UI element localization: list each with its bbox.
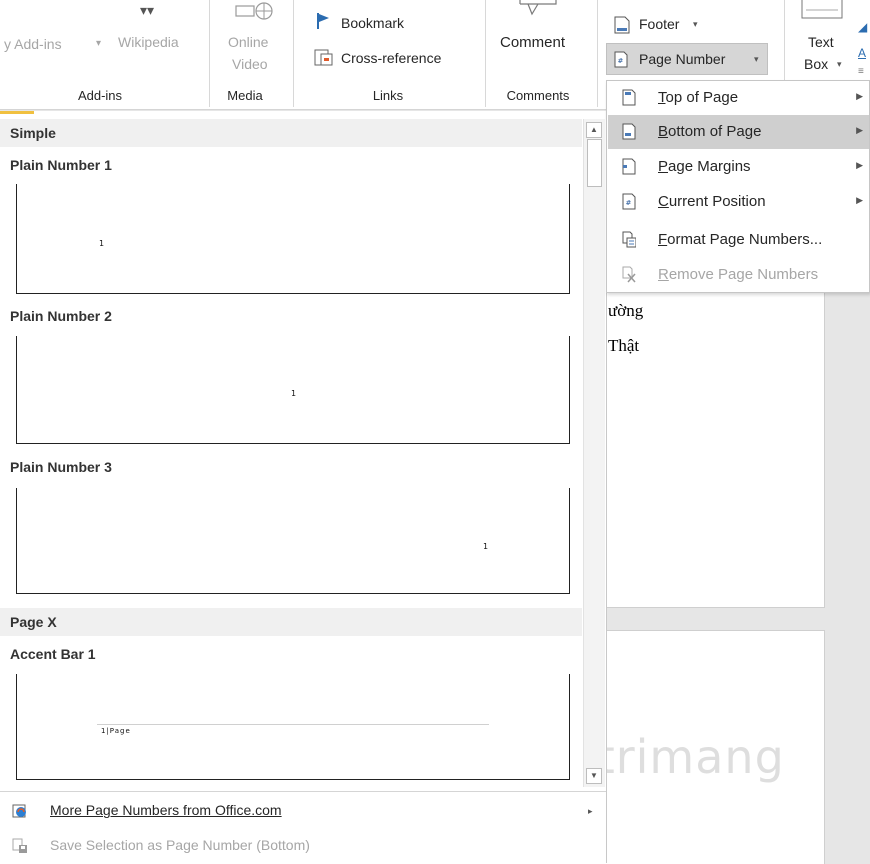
more-page-numbers-arrow: ▸ [588, 806, 593, 816]
top-of-page-icon [622, 89, 636, 106]
gallery-item-plain-number-3[interactable]: 1 [16, 488, 570, 594]
section-header-page-x: Page X [0, 608, 582, 636]
text-box-icon [801, 0, 843, 19]
current-position-icon: # [622, 193, 636, 210]
cross-reference-icon [314, 49, 333, 66]
footer-dropdown-icon[interactable]: ▾ [693, 19, 698, 30]
page-number-submenu: Top of Page ▶ Bottom of Page ▶ Page Marg… [606, 80, 870, 293]
svg-text:#: # [626, 199, 632, 207]
bookmark-icon [317, 13, 329, 29]
preview-number: 1 [291, 389, 297, 398]
submenu-arrow-icon: ▶ [856, 91, 863, 101]
page-margins-icon [622, 158, 636, 175]
cross-reference-button[interactable]: Cross-reference [341, 50, 441, 66]
my-addins-dropdown-icon[interactable]: ▾ [96, 38, 101, 49]
save-selection-item[interactable]: Save Selection as Page Number (Bottom) [12, 837, 310, 854]
menu-item-bottom-of-page[interactable]: Bottom of Page ▶ [608, 115, 869, 149]
more-page-numbers-label: More Page Numbers from Office.com [50, 802, 282, 818]
ribbon-separator [485, 0, 486, 107]
online-video-icon [235, 2, 273, 20]
section-title: Simple [10, 125, 56, 141]
page-number-icon: # [614, 51, 628, 68]
document-text-line-2: Thật [608, 336, 640, 355]
submenu-arrow-icon: ▶ [856, 125, 863, 135]
preview-number: 1 [99, 239, 105, 248]
menu-item-label: Current Position [658, 193, 766, 210]
section-title: Page X [10, 614, 57, 630]
wordart-icon[interactable]: A [858, 46, 866, 60]
bookmark-button[interactable]: Bookmark [341, 15, 404, 31]
gallery-item-accent-bar-1[interactable]: 1|Page [16, 674, 570, 780]
online-video-label-2[interactable]: Video [232, 56, 268, 72]
wikipedia-button[interactable]: Wikipedia [118, 34, 179, 50]
gallery-item-title: Accent Bar 1 [10, 646, 96, 662]
more-page-numbers-item[interactable]: More Page Numbers from Office.com [12, 802, 282, 819]
svg-text:#: # [618, 57, 624, 65]
scroll-down-button[interactable]: ▼ [586, 768, 602, 784]
page-number-button[interactable]: # Page Number ▾ [606, 43, 768, 75]
menu-item-label: Top of Page [658, 89, 739, 106]
group-label-links: Links [372, 88, 404, 103]
group-label-media: Media [227, 88, 263, 103]
gallery-item-title: Plain Number 2 [10, 308, 112, 324]
preview-number: 1 [483, 542, 489, 551]
wikipedia-icon: ▾▾ [140, 2, 155, 18]
menu-item-current-position[interactable]: # Current Position ▶ [608, 185, 869, 219]
text-box-label-1[interactable]: Text [808, 34, 834, 50]
preview-accent-line [97, 724, 489, 725]
footer-icon [614, 16, 630, 34]
page-number-dropdown-icon: ▾ [754, 54, 759, 64]
group-label-comments: Comments [506, 88, 570, 103]
submenu-arrow-icon: ▶ [856, 195, 863, 205]
ribbon-separator [597, 0, 598, 107]
menu-item-label: Page Margins [658, 158, 751, 175]
text-box-label-2[interactable]: Box [804, 56, 828, 72]
quick-parts-icon[interactable]: ◢ [858, 20, 867, 34]
scroll-thumb[interactable] [587, 139, 602, 187]
menu-item-top-of-page[interactable]: Top of Page ▶ [608, 81, 869, 115]
gallery-commands: More Page Numbers from Office.com ▸ Save… [0, 791, 606, 864]
gallery-item-plain-number-2[interactable]: 1 [16, 336, 570, 444]
page-number-gallery: Simple Plain Number 1 1 Plain Number 2 1… [0, 111, 607, 863]
gallery-item-plain-number-1[interactable]: 1 [16, 184, 570, 294]
gallery-item-title: Plain Number 1 [10, 157, 112, 173]
drop-cap-icon[interactable]: ≡ [858, 66, 864, 77]
section-header-simple: Simple [0, 119, 582, 147]
menu-item-remove-page-numbers[interactable]: Remove Page Numbers [608, 258, 869, 292]
gallery-accent [0, 111, 34, 114]
ribbon-separator [209, 0, 210, 107]
footer-button[interactable]: Footer [639, 16, 679, 32]
text-box-dropdown-icon[interactable]: ▾ [837, 59, 842, 70]
group-label-addins: Add-ins [77, 88, 123, 103]
ribbon-separator [293, 0, 294, 107]
remove-page-numbers-icon [622, 266, 636, 283]
comment-button[interactable]: Comment [500, 34, 565, 51]
menu-item-label: Format Page Numbers... [658, 231, 823, 248]
comment-icon [519, 0, 557, 16]
menu-item-label: Bottom of Page [658, 123, 762, 140]
submenu-arrow-icon: ▶ [856, 160, 863, 170]
document-text-line-1: ường [608, 301, 644, 320]
office-online-icon [12, 804, 26, 818]
save-selection-icon [12, 838, 27, 854]
bottom-of-page-icon [622, 123, 636, 140]
my-addins-button[interactable]: y Add-ins [4, 36, 62, 52]
gallery-item-title: Plain Number 3 [10, 459, 112, 475]
save-selection-label: Save Selection as Page Number (Bottom) [50, 837, 310, 853]
menu-item-page-margins[interactable]: Page Margins ▶ [608, 150, 869, 184]
gallery-scrollbar[interactable]: ▲ ▼ [583, 119, 605, 787]
menu-item-label: Remove Page Numbers [658, 266, 819, 283]
scroll-up-button[interactable]: ▲ [586, 122, 602, 138]
menu-item-format-page-numbers[interactable]: Format Page Numbers... [608, 223, 869, 257]
preview-number: 1|Page [101, 727, 131, 735]
format-page-numbers-icon [622, 231, 636, 248]
page-number-label: Page Number [639, 51, 726, 67]
online-video-label-1[interactable]: Online [228, 34, 268, 50]
